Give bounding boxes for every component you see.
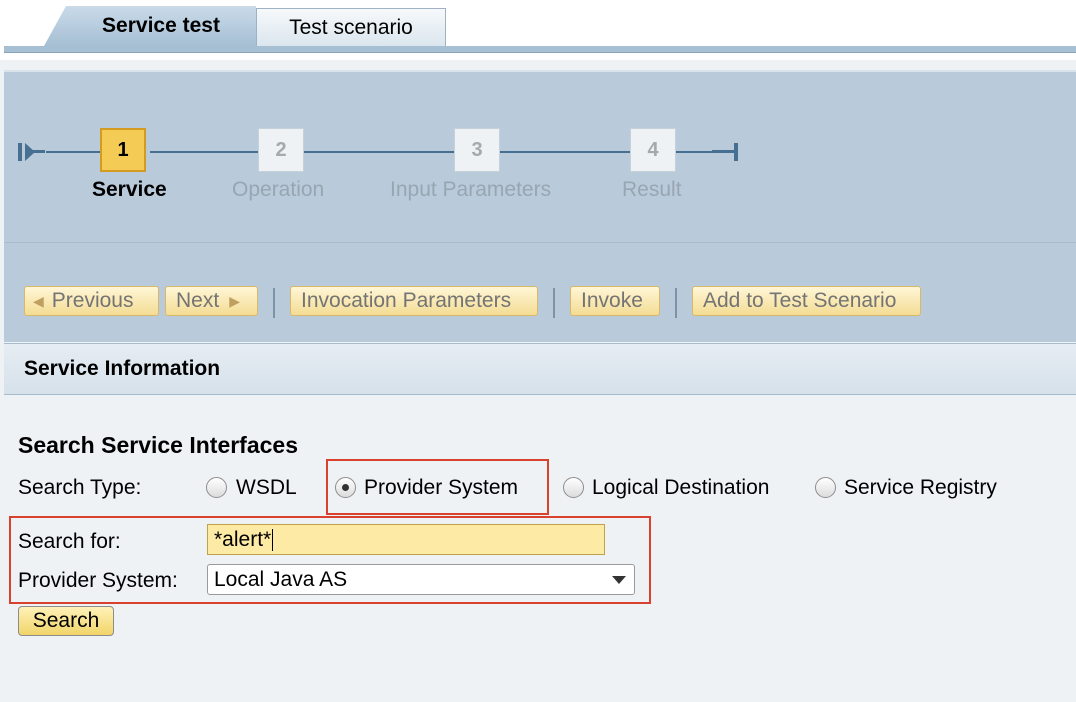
roadmap-step-4[interactable]: 4 (630, 128, 676, 172)
tab-test-scenario[interactable]: Test scenario (256, 8, 446, 46)
roadmap-step-2[interactable]: 2 (258, 128, 304, 172)
tab-bar: Service test Test scenario (0, 0, 1076, 60)
roadmap-start-icon (18, 143, 45, 161)
search-button[interactable]: Search (18, 606, 114, 636)
next-button-label: Next (176, 289, 220, 312)
radio-logical-destination-label[interactable]: Logical Destination (592, 476, 769, 500)
add-to-test-scenario-button[interactable]: Add to Test Scenario (692, 286, 921, 316)
tab-service-test[interactable]: Service test (44, 6, 256, 46)
invoke-button[interactable]: Invoke (570, 286, 660, 316)
roadmap-step-1[interactable]: 1 (100, 128, 146, 172)
search-type-label: Search Type: (18, 476, 142, 499)
toolbar-separator (553, 288, 555, 318)
section-title: Service Information (24, 357, 221, 380)
roadmap-line (150, 151, 258, 153)
section-header: Service Information (4, 343, 1076, 395)
roadmap-end-icon (712, 143, 738, 161)
roadmap-label-result: Result (622, 178, 682, 201)
toolbar-separator (675, 288, 677, 318)
roadmap-line (500, 151, 630, 153)
highlight-box-search-fields (9, 516, 651, 604)
roadmap-label-input-parameters: Input Parameters (390, 178, 552, 201)
roadmap-line (46, 151, 100, 153)
roadmap-line (304, 151, 454, 153)
next-button[interactable]: Next ▶ (165, 286, 258, 316)
radio-service-registry-label[interactable]: Service Registry (844, 476, 997, 500)
radio-wsdl-label[interactable]: WSDL (236, 476, 297, 500)
tab-underline (4, 46, 1076, 53)
previous-button[interactable]: ◀ Previous (24, 286, 159, 316)
roadmap: 1 2 3 4 Service Operation Input Paramete… (4, 70, 1076, 242)
radio-logical-destination[interactable] (563, 477, 584, 498)
toolbar-separator (273, 288, 275, 318)
roadmap-label-service: Service (92, 178, 167, 201)
toolbar: ◀ Previous Next ▶ Invocation Parameters … (4, 242, 1076, 342)
invocation-parameters-button[interactable]: Invocation Parameters (290, 286, 538, 316)
arrow-right-icon: ▶ (229, 292, 240, 309)
arrow-left-icon: ◀ (33, 292, 44, 309)
roadmap-step-3[interactable]: 3 (454, 128, 500, 172)
roadmap-label-operation: Operation (232, 178, 325, 201)
radio-wsdl[interactable] (206, 477, 227, 498)
radio-service-registry[interactable] (815, 477, 836, 498)
previous-button-label: Previous (51, 289, 134, 312)
highlight-box-provider-system (326, 459, 549, 515)
form-title: Search Service Interfaces (18, 432, 299, 458)
